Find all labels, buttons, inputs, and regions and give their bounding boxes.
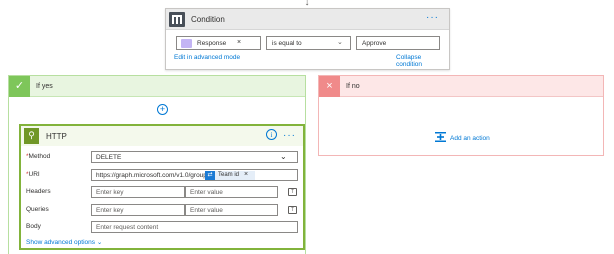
http-menu-icon[interactable]: ··· (283, 131, 296, 141)
check-icon: ✓ (9, 76, 30, 97)
switch-to-text-mode-icon[interactable]: T (288, 206, 297, 214)
if-yes-branch: ✓ If yes + ⚲ HTTP i ··· *Method DELETE ⌄… (8, 75, 306, 254)
condition-card: Condition ··· Response × is equal to ⌄ A… (165, 8, 450, 70)
condition-header[interactable]: Condition ··· (166, 9, 449, 30)
if-no-branch: × If no Add an action (318, 75, 604, 156)
body-label: Body (26, 223, 41, 230)
response-token: Response (197, 40, 227, 47)
http-action-card: ⚲ HTTP i ··· *Method DELETE ⌄ *URI https… (19, 124, 305, 250)
query-key-placeholder: Enter key (96, 207, 124, 214)
method-select[interactable]: DELETE ⌄ (91, 151, 298, 163)
condition-menu-icon[interactable]: ··· (426, 13, 439, 23)
body-input[interactable]: Enter request content (91, 221, 298, 233)
if-yes-header[interactable]: ✓ If yes (9, 76, 305, 97)
http-title: HTTP (46, 132, 67, 141)
remove-token-icon[interactable]: × (237, 39, 241, 46)
if-yes-title: If yes (36, 83, 53, 90)
method-label: *Method (26, 153, 51, 160)
query-value-input[interactable]: Enter value (185, 204, 278, 216)
chevron-down-icon: ⌄ (96, 239, 103, 246)
condition-value-input[interactable]: Approve (356, 36, 440, 50)
header-value-placeholder: Enter value (190, 189, 223, 196)
switch-to-text-mode-icon[interactable]: T (288, 188, 297, 196)
query-key-input[interactable]: Enter key (91, 204, 185, 216)
variable-icon: ⇄ (205, 171, 215, 180)
condition-value: Approve (362, 40, 387, 47)
close-icon: × (319, 76, 340, 97)
uri-input[interactable]: https://graph.microsoft.com/v1.0/groups/… (91, 169, 298, 181)
if-no-title: If no (346, 83, 360, 90)
condition-icon (169, 12, 185, 27)
operator-value: is equal to (272, 40, 302, 47)
header-key-placeholder: Enter key (96, 189, 124, 196)
team-id-token[interactable]: ⇄ Team id × (205, 171, 255, 180)
remove-token-icon[interactable]: × (244, 171, 248, 178)
globe-icon: ⚲ (24, 128, 39, 144)
method-value: DELETE (96, 154, 122, 161)
header-value-input[interactable]: Enter value (185, 186, 278, 198)
chevron-down-icon: ⌄ (337, 39, 343, 46)
add-step-icon[interactable]: + (157, 104, 168, 115)
body-placeholder: Enter request content (96, 224, 159, 231)
uri-label: *URI (26, 171, 40, 178)
variable-icon (181, 39, 192, 48)
if-no-header[interactable]: × If no (319, 76, 603, 97)
uri-value: https://graph.microsoft.com/v1.0/groups/ (96, 172, 212, 179)
collapse-condition-link[interactable]: Collapse condition (396, 54, 449, 68)
info-icon[interactable]: i (266, 129, 277, 140)
edit-advanced-link[interactable]: Edit in advanced mode (174, 54, 240, 61)
add-an-action-link[interactable]: Add an action (450, 135, 490, 142)
queries-label: Queries (26, 206, 49, 213)
condition-title: Condition (191, 15, 225, 24)
http-header[interactable]: ⚲ HTTP i ··· (21, 126, 303, 146)
condition-left-operand[interactable]: Response × (176, 36, 261, 50)
header-key-input[interactable]: Enter key (91, 186, 185, 198)
operator-select[interactable]: is equal to ⌄ (266, 36, 351, 50)
headers-label: Headers (26, 188, 51, 195)
query-value-placeholder: Enter value (190, 207, 223, 214)
chevron-down-icon: ⌄ (280, 152, 287, 161)
team-id-token-label: Team id (218, 172, 240, 178)
connector-arrow-icon: ↓ (304, 0, 310, 8)
add-action-icon[interactable] (435, 132, 446, 142)
show-advanced-options-link[interactable]: Show advanced options ⌄ (26, 238, 102, 246)
